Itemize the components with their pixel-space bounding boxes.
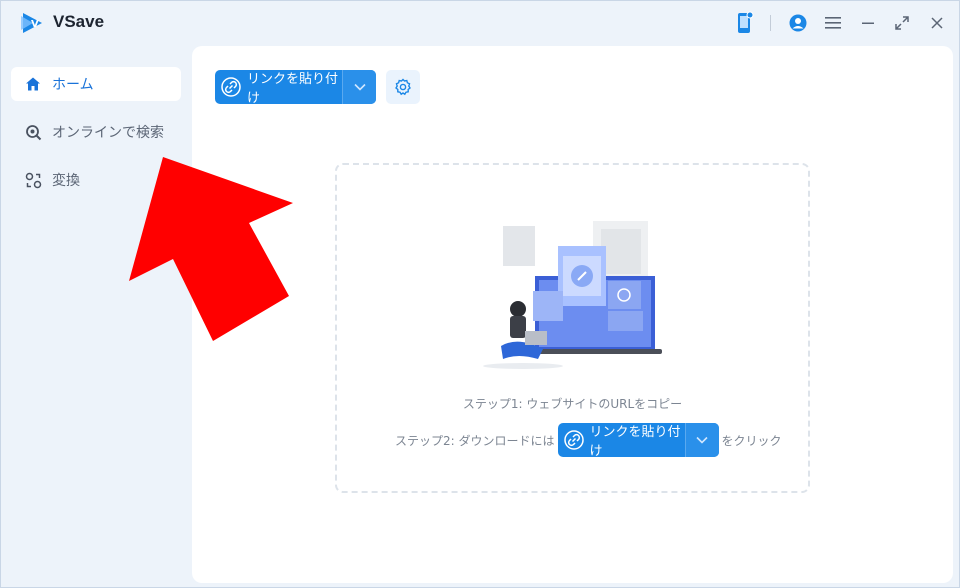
sidebar-item-label: ホーム — [52, 77, 94, 93]
sidebar-item-online-search[interactable]: オンラインで検索 — [11, 115, 181, 149]
titlebar-separator — [770, 15, 771, 31]
settings-button[interactable] — [386, 70, 420, 104]
paste-link-button[interactable]: リンクを貼り付け — [215, 70, 376, 104]
maximize-icon[interactable] — [892, 13, 912, 33]
home-icon — [24, 75, 42, 93]
main-panel: リンクを貼り付け ステップ1: ウェブサイトのURLをコピー ステップ2: ダウ… — [192, 46, 953, 583]
step2-row: ステップ2: ダウンロードには リンクを貼り付け をクリック — [395, 423, 782, 457]
step2-prefix: ステップ2: ダウンロードには — [395, 433, 555, 448]
sidebar-item-convert[interactable]: 変換 — [11, 163, 181, 197]
gear-icon — [395, 78, 411, 96]
app-title: VSave — [53, 12, 105, 31]
paste-link-dropdown[interactable] — [343, 70, 376, 104]
sidebar: ホーム オンラインで検索 変換 — [1, 45, 191, 588]
paste-link-label: リンクを貼り付け — [247, 72, 339, 104]
minimize-icon[interactable] — [858, 13, 878, 33]
sidebar-item-label: 変換 — [52, 173, 80, 189]
phone-icon[interactable] — [735, 11, 755, 35]
drop-zone[interactable]: ステップ1: ウェブサイトのURLをコピー ステップ2: ダウンロードには リン… — [335, 163, 810, 493]
vsave-logo-icon: V — [19, 10, 45, 36]
close-icon[interactable] — [927, 13, 947, 33]
account-icon[interactable] — [788, 13, 808, 33]
app-window: V VSave ホーム オンラインで検索 変換 リンクを貼り付け ステップ1: … — [0, 0, 960, 588]
paste-link-main[interactable]: リンクを貼り付け — [215, 70, 342, 104]
title-bar: V VSave — [1, 1, 959, 45]
chevron-down-icon — [696, 436, 708, 444]
svg-text:V: V — [31, 19, 39, 30]
inline-paste-link-dropdown[interactable] — [685, 423, 719, 457]
inline-paste-link-label: リンクを貼り付け — [589, 425, 681, 457]
inline-paste-link-button[interactable]: リンクを貼り付け — [557, 423, 719, 457]
sidebar-item-home[interactable]: ホーム — [11, 67, 181, 101]
step1-text: ステップ1: ウェブサイトのURLをコピー — [462, 397, 683, 411]
link-icon — [563, 430, 584, 450]
illustration-person-laptop — [483, 221, 662, 369]
inline-paste-link-main[interactable]: リンクを貼り付け — [558, 423, 685, 457]
link-icon — [221, 77, 241, 97]
sidebar-item-label: オンラインで検索 — [52, 125, 164, 141]
convert-icon — [24, 171, 42, 189]
menu-icon[interactable] — [823, 13, 843, 33]
step2-suffix: をクリック — [721, 433, 782, 448]
chevron-down-icon — [353, 83, 366, 91]
search-online-icon — [24, 123, 42, 141]
